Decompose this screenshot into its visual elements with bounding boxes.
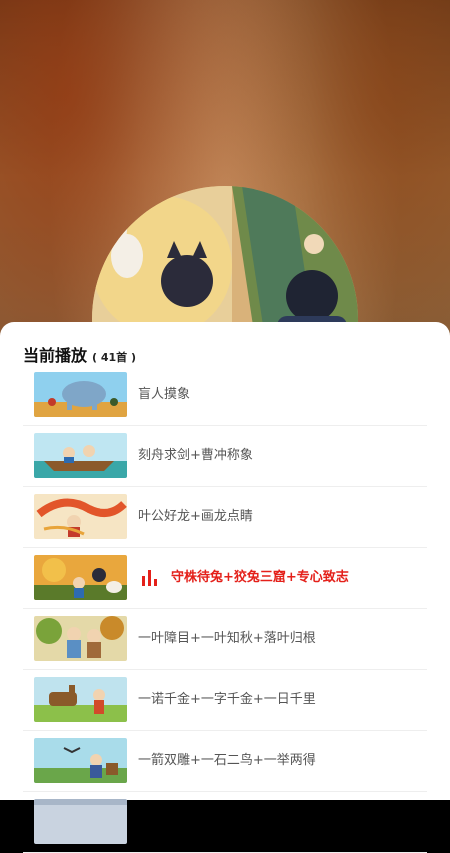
playlist-item[interactable]: 叶公好龙+画龙点睛 — [23, 487, 427, 548]
thumbnail — [34, 494, 127, 539]
thumbnail — [34, 372, 127, 417]
playlist-item[interactable]: 一诺千金+一字千金+一日千里 — [23, 670, 427, 731]
playlist-header: 当前播放 ( 41首 ) — [23, 342, 136, 366]
playlist-item[interactable]: 一箭双雕+一石二鸟+一举两得 — [23, 731, 427, 792]
playlist-item[interactable]: 盲人摸象 — [23, 365, 427, 426]
item-title: 守株待兔+狡兔三窟+专心致志 — [171, 570, 349, 585]
item-title: 叶公好龙+画龙点睛 — [138, 509, 253, 524]
playlist-sheet: 当前播放 ( 41首 ) 盲人摸象 刻舟求剑+曹冲称象 叶公好龙+画龙点睛 守株… — [0, 322, 450, 853]
thumbnail — [34, 738, 127, 783]
playlist-item[interactable]: 刻舟求剑+曹冲称象 — [23, 426, 427, 487]
thumbnail — [34, 433, 127, 478]
item-title: 一诺千金+一字千金+一日千里 — [138, 692, 316, 707]
thumbnail — [34, 555, 127, 600]
item-title: 一箭双雕+一石二鸟+一举两得 — [138, 753, 316, 768]
thumbnail — [34, 799, 127, 844]
playlist-count: ( 41首 ) — [92, 351, 137, 364]
equalizer-icon — [142, 570, 159, 586]
item-title: 一叶障目+一叶知秋+落叶归根 — [138, 631, 316, 646]
playlist-list: 盲人摸象 刻舟求剑+曹冲称象 叶公好龙+画龙点睛 守株待兔+狡兔三窟+专心致志 … — [23, 365, 427, 853]
playlist-item[interactable] — [23, 792, 427, 853]
thumbnail — [34, 616, 127, 661]
item-title: 刻舟求剑+曹冲称象 — [138, 448, 253, 463]
playlist-title: 当前播放 — [23, 346, 88, 365]
playlist-item-active[interactable]: 守株待兔+狡兔三窟+专心致志 — [23, 548, 427, 609]
playlist-item[interactable]: 一叶障目+一叶知秋+落叶归根 — [23, 609, 427, 670]
thumbnail — [34, 677, 127, 722]
item-title: 盲人摸象 — [138, 387, 191, 402]
